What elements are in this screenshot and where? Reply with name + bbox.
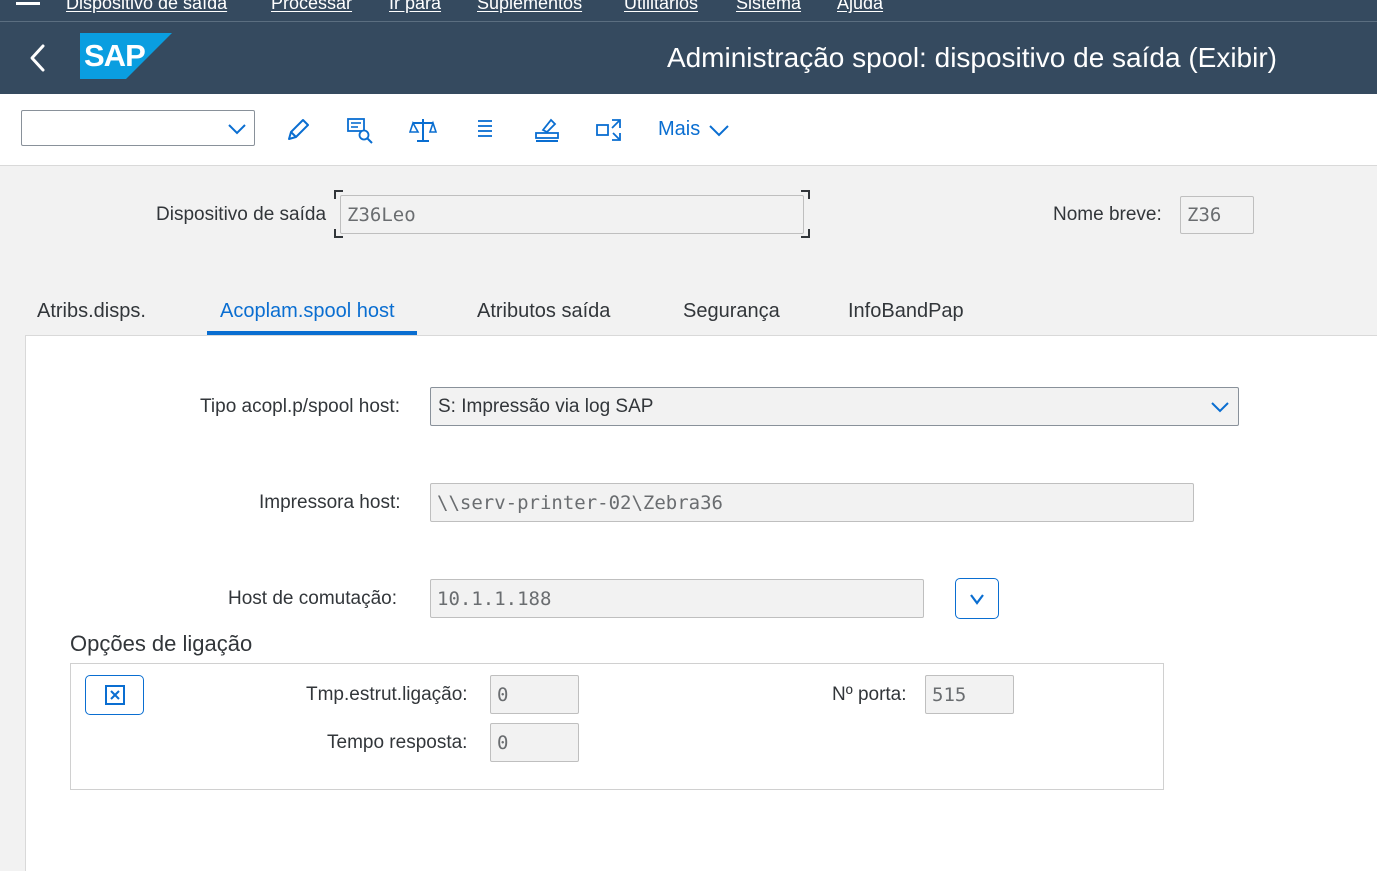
response-time-label: Tempo resposta: [327, 732, 468, 753]
spool-type-dropdown[interactable]: S: Impressão via log SAP [430, 387, 1239, 426]
port-label: Nº porta: [832, 684, 907, 705]
menu-item-utilitarios[interactable]: Utilitários [624, 0, 698, 14]
switch-host-label: Host de comutação: [228, 588, 397, 609]
stamp-icon[interactable] [533, 116, 561, 144]
menu-item-suplementos[interactable]: Suplementos [477, 0, 582, 14]
port-value: 515 [932, 683, 967, 706]
hamburger-icon[interactable] [16, 2, 40, 5]
spool-type-label: Tipo acopl.p/spool host: [200, 396, 400, 417]
menu-item-ir-para[interactable]: Ir para [389, 0, 441, 14]
sap-logo: SAP [80, 33, 172, 79]
short-name-value: Z36 [1187, 204, 1222, 226]
response-time-value: 0 [497, 731, 509, 754]
switch-host-value: 10.1.1.188 [437, 587, 552, 610]
toolbar: Mais [0, 94, 1377, 166]
tab-atributos-saida[interactable]: Atributos saída [477, 300, 610, 323]
okcode-select[interactable] [21, 110, 255, 146]
chevron-down-icon [970, 593, 984, 605]
host-printer-label: Impressora host: [259, 492, 401, 513]
menu-bar: Dispositivo de saída Processar Ir para S… [0, 0, 1377, 22]
close-box-icon [104, 685, 125, 705]
more-label: Mais [658, 118, 701, 140]
chevron-down-icon [709, 124, 729, 136]
chevron-down-icon [228, 124, 246, 135]
menu-item-ajuda[interactable]: Ajuda [837, 0, 883, 14]
back-button[interactable] [24, 40, 54, 76]
clear-button[interactable] [85, 675, 144, 715]
setup-time-label: Tmp.estrut.ligação: [306, 684, 468, 705]
list-icon[interactable] [471, 116, 499, 144]
host-printer-field[interactable]: \\serv-printer-02\Zebra36 [430, 483, 1194, 522]
tab-acoplam-spool-host[interactable]: Acoplam.spool host [220, 300, 395, 323]
shell-header: SAP Administração spool: dispositivo de … [0, 22, 1377, 94]
chevron-left-icon [30, 44, 45, 72]
connection-group-title: Opções de ligação [70, 631, 253, 656]
switch-host-field[interactable]: 10.1.1.188 [430, 579, 924, 618]
edit-icon[interactable] [284, 116, 312, 144]
sap-logo-text: SAP [84, 38, 145, 73]
tab-atribs-disps[interactable]: Atribs.disps. [37, 300, 146, 323]
tab-infobandpap[interactable]: InfoBandPap [848, 300, 964, 323]
value-help-button[interactable] [955, 578, 999, 619]
tab-seguranca[interactable]: Segurança [683, 300, 780, 323]
device-value: Z36Leo [347, 203, 416, 226]
spool-type-value: S: Impressão via log SAP [438, 395, 654, 417]
menu-item-dispositivo[interactable]: Dispositivo de saída [66, 0, 227, 14]
response-time-field[interactable]: 0 [490, 723, 579, 762]
exit-fullscreen-icon[interactable] [595, 116, 623, 144]
search-list-icon[interactable] [346, 116, 374, 144]
menu-item-processar[interactable]: Processar [271, 0, 352, 14]
page-title: Administração spool: dispositivo de saíd… [666, 42, 1277, 73]
compare-icon[interactable] [409, 116, 437, 144]
short-name-label: Nome breve: [1053, 204, 1162, 225]
chevron-down-icon [1211, 402, 1229, 413]
menu-item-sistema[interactable]: Sistema [736, 0, 801, 14]
device-field[interactable]: Z36Leo [340, 195, 804, 234]
device-label: Dispositivo de saída [156, 204, 327, 225]
port-field[interactable]: 515 [925, 675, 1014, 714]
short-name-field[interactable]: Z36 [1180, 196, 1254, 234]
host-printer-value: \\serv-printer-02\Zebra36 [437, 491, 723, 514]
more-button[interactable]: Mais [658, 118, 730, 141]
setup-time-value: 0 [497, 683, 509, 706]
setup-time-field[interactable]: 0 [490, 675, 579, 714]
